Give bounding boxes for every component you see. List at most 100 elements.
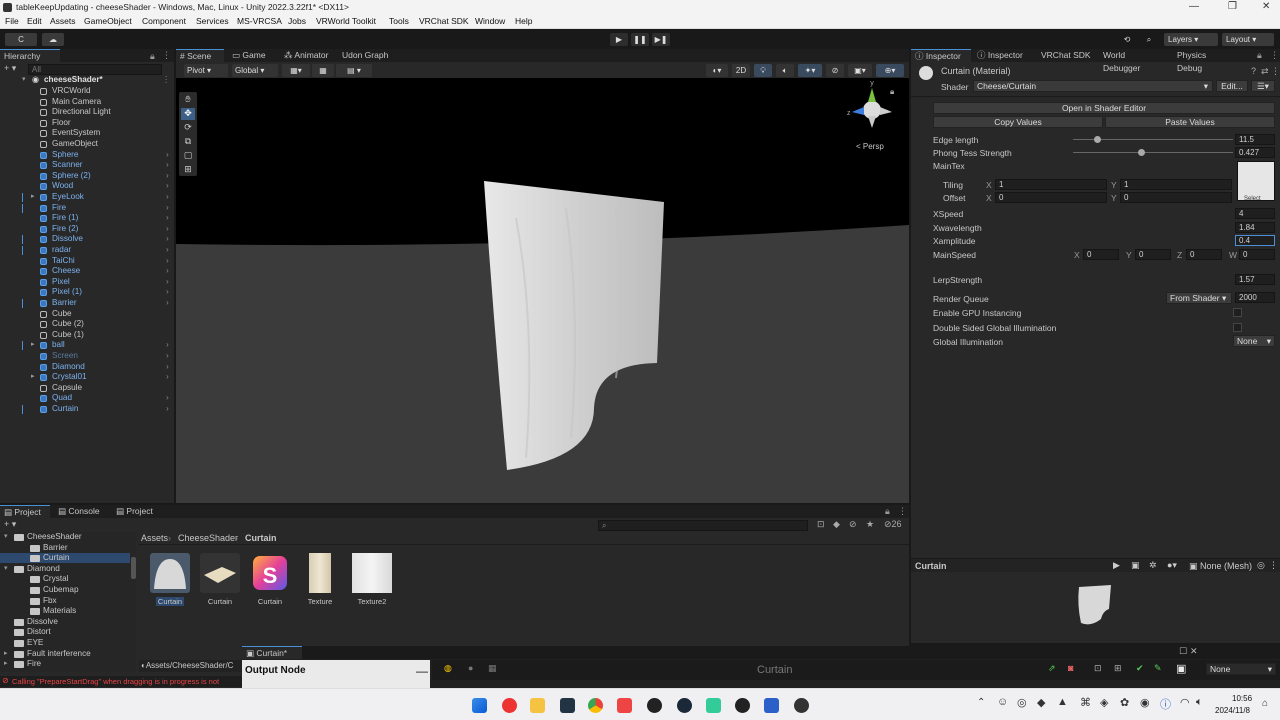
render-queue-field[interactable]: 2000 [1235,292,1275,303]
offset-x-field[interactable]: 0 [995,192,1107,203]
open-prefab-icon[interactable]: › [166,224,169,235]
tray-chevron-icon[interactable]: ⌃ [977,697,985,708]
open-shader-editor-button[interactable]: Open in Shader Editor [933,102,1275,114]
hierarchy-item[interactable]: Pixel › [0,277,174,288]
wifi-icon[interactable]: ◠ [1180,696,1190,709]
asset-texture2[interactable]: Texture2 [350,553,394,606]
crumb-curtain[interactable]: Curtain [245,533,277,543]
project-folder[interactable]: EYE [0,638,130,648]
open-prefab-icon[interactable]: › [166,213,169,224]
expand-icon[interactable]: ▸ [31,372,35,383]
search-icon[interactable]: ⌕ [1142,33,1156,46]
menu-vrchat-sdk[interactable]: VRChat SDK [419,16,469,26]
menu-ms-vrcsa[interactable]: MS-VRCSA [237,16,282,26]
tiling-x-field[interactable]: 1 [995,179,1107,190]
tab-console[interactable]: ▤ Console [54,505,104,518]
project-folder[interactable]: ▸ Fault interference [0,649,130,659]
tray-mouse-icon[interactable]: ⌘ [1080,696,1091,709]
crumb-assets[interactable]: Assets [141,533,168,543]
sg-share-icon[interactable]: ⇗ [1048,663,1056,674]
hierarchy-item[interactable]: Barrier › [0,298,174,309]
tab-hierarchy[interactable]: Hierarchy [0,49,60,62]
open-prefab-icon[interactable]: › [166,404,169,415]
rotate-tool-icon[interactable]: ⟳ [181,122,195,134]
phong-field[interactable]: 0.427 [1235,147,1275,158]
hierarchy-item[interactable]: Sphere › [0,150,174,161]
asset-curtain-shader[interactable]: S Curtain [248,553,292,606]
clock-time[interactable]: 10:56 [1232,694,1252,703]
hierarchy-item[interactable]: ▸ EyeLook › [0,192,174,203]
hierarchy-item[interactable]: radar › [0,245,174,256]
global-dropdown[interactable]: Global ▾ [232,64,278,77]
filter-icon[interactable]: ⊘ [849,519,857,530]
layers-dropdown[interactable]: Layers ▾ [1164,33,1218,46]
shader-dropdown[interactable]: Cheese/Curtain ▾ [973,80,1213,92]
hierarchy-item[interactable]: Pixel (1) › [0,287,174,298]
cloud-icon[interactable]: ☁ [42,33,64,46]
windows-start-icon[interactable] [472,698,487,713]
xamplitude-field[interactable]: 0.4 [1235,235,1275,246]
tab-shadergraph[interactable]: ▣ Curtain* [242,646,302,659]
tiling-y-field[interactable]: 1 [1120,179,1232,190]
more-menu-icon[interactable]: ⋮ [162,50,171,61]
project-lock-icon[interactable]: 🔒︎ [885,506,890,517]
open-prefab-icon[interactable]: › [166,234,169,245]
app-icon[interactable] [560,698,575,713]
inspector-more-icon[interactable]: ⋮ [1270,50,1279,61]
sg-none-dropdown[interactable]: None ▾ [1206,663,1276,675]
context-menu-icon[interactable]: ⋮ [1271,66,1280,77]
grid-snap-icon[interactable]: ▦▾ [282,64,310,77]
project-folder[interactable]: Dissolve [0,617,130,627]
inspector-lock-icon[interactable]: 🔒︎ [1257,50,1262,61]
menu-vrworld-toolkit[interactable]: VRWorld Toolkit [316,16,376,26]
unity-icon[interactable] [735,698,750,713]
tab-udon-graph[interactable]: Udon Graph [338,49,400,62]
app-icon[interactable] [794,698,809,713]
step-button[interactable]: ▶❚ [652,33,670,46]
preview-settings-icon[interactable]: ✲ [1149,560,1157,571]
project-search-input[interactable]: ⌕ [598,520,808,531]
grid-icon[interactable]: ▦ [312,64,334,77]
hierarchy-item[interactable]: Fire (2) › [0,224,174,235]
hierarchy-search-input[interactable]: All [28,64,162,75]
hierarchy-item[interactable]: Dissolve › [0,234,174,245]
help-icon[interactable]: ? [1251,66,1256,76]
hierarchy-item[interactable]: Main Camera [0,97,174,108]
tab-vrchat-sdk[interactable]: VRChat SDK [1037,49,1095,62]
expand-icon[interactable]: ▸ [4,649,8,659]
lock-icon[interactable]: 🔒︎ [150,51,155,62]
asset-curtain-mesh[interactable]: Curtain [198,553,242,606]
tree-scrollbar[interactable] [131,557,136,579]
hierarchy-item[interactable]: Quad › [0,393,174,404]
gi-dropdown[interactable]: None ▾ [1233,335,1275,347]
hierarchy-item[interactable]: Scanner › [0,160,174,171]
preview-menu-icon[interactable]: ⋮ [1269,560,1278,571]
close-button[interactable]: ✕ [1262,1,1270,12]
hierarchy-item[interactable]: EventSystem [0,128,174,139]
mainspeed-w-field[interactable]: 0 [1239,249,1275,260]
2d-toggle[interactable]: 2D [732,64,750,77]
favorite-icon[interactable]: ★ [866,519,874,530]
hierarchy-item[interactable]: Screen › [0,351,174,362]
mainspeed-x-field[interactable]: 0 [1083,249,1119,260]
move-tool-icon[interactable]: ✥ [181,108,195,120]
project-more-icon[interactable]: ⋮ [898,506,907,517]
tray-app-icon[interactable]: ▲ [1057,696,1068,708]
render-queue-dropdown[interactable]: From Shader ▾ [1166,292,1232,304]
tray-app-icon[interactable]: ◆ [1037,696,1045,709]
open-prefab-icon[interactable]: › [166,171,169,182]
phong-slider[interactable] [1073,152,1233,153]
hierarchy-item[interactable]: ▸ Crystal01 › [0,372,174,383]
menu-gameobject[interactable]: GameObject [84,16,132,26]
double-sided-checkbox[interactable] [1233,323,1242,332]
hidden-count[interactable]: ⊘26 [884,519,902,530]
phong-slider-knob[interactable] [1138,149,1146,156]
open-prefab-icon[interactable]: › [166,277,169,288]
volume-icon[interactable]: 🔈︎ [1196,696,1203,709]
tab-inspector-1[interactable]: ⓘ Inspector [911,49,971,62]
project-folder[interactable]: Distort [0,627,130,637]
play-button[interactable]: ▶ [610,33,628,46]
project-folder[interactable]: ▸ Fire [0,659,130,669]
hierarchy-item[interactable]: ▸ ball › [0,340,174,351]
tab-physics-debug[interactable]: Physics Debug [1173,49,1235,73]
